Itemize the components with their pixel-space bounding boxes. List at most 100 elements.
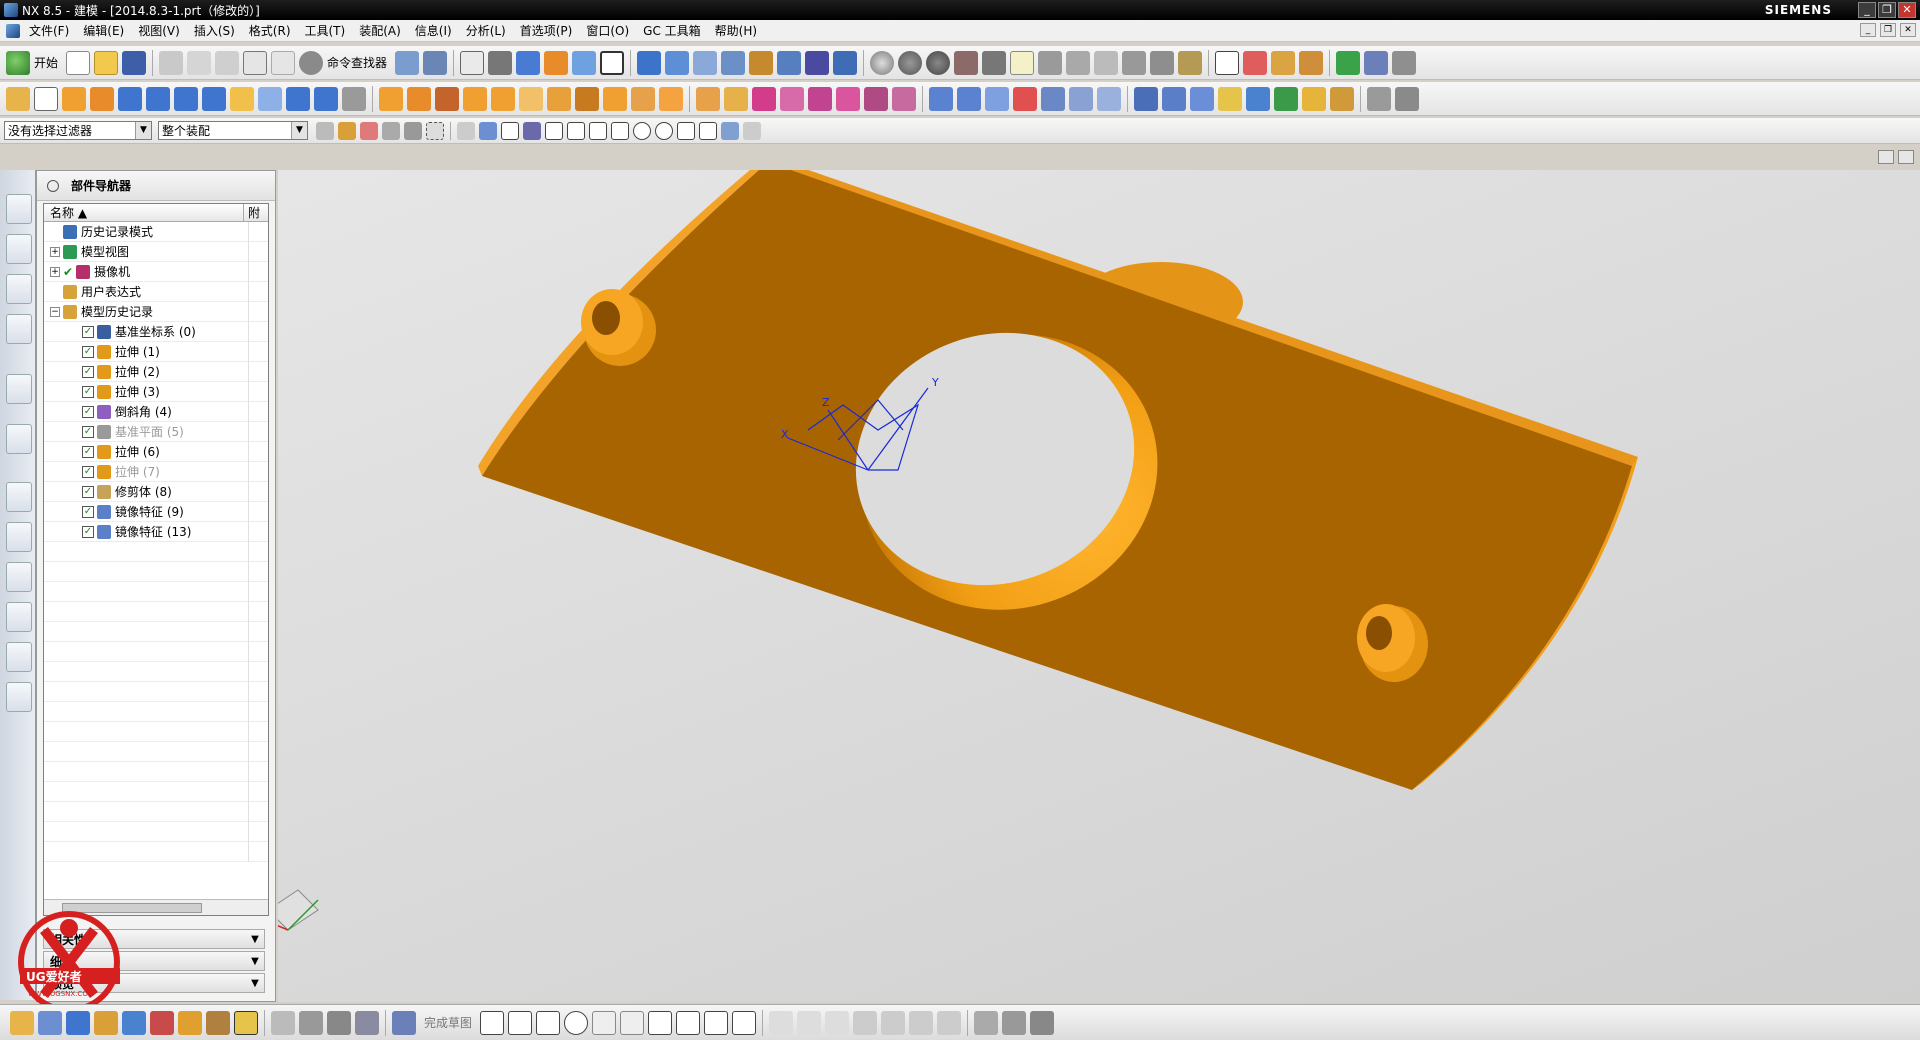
shaded-cube-icon[interactable] xyxy=(516,50,541,75)
arc-icon[interactable] xyxy=(536,1010,561,1035)
paste-icon[interactable] xyxy=(215,50,240,75)
roles-icon[interactable] xyxy=(6,642,32,672)
column-attach-header[interactable]: 附 xyxy=(244,204,264,221)
ruled-icon[interactable] xyxy=(1069,86,1093,111)
view-direction-icon[interactable] xyxy=(665,50,690,75)
feature-node[interactable]: ✓ 镜像特征 (9) xyxy=(44,502,268,522)
pad-icon[interactable] xyxy=(314,86,338,111)
feature-checkbox[interactable]: ✓ xyxy=(82,525,94,538)
feature-node[interactable]: ✓ 拉伸 (6) xyxy=(44,442,268,462)
reattach-icon[interactable] xyxy=(66,1010,90,1035)
chamfer-icon[interactable] xyxy=(491,86,515,111)
fill-color-icon[interactable] xyxy=(544,50,569,75)
journal-icon[interactable] xyxy=(1364,50,1389,75)
menu-preferences[interactable]: 首选项(P) xyxy=(513,22,580,39)
finish-sketch-button[interactable]: 完成草图 xyxy=(424,1014,472,1031)
sketch-icon[interactable] xyxy=(6,86,30,111)
menu-analysis[interactable]: 分析(L) xyxy=(459,22,513,39)
relation-icon[interactable] xyxy=(206,1010,230,1035)
viewport-maximize-icon[interactable] xyxy=(1898,150,1914,164)
doc-minimize-button[interactable]: _ xyxy=(1860,23,1876,37)
make-coplanar-icon[interactable] xyxy=(1274,86,1298,111)
measure-distance-icon[interactable] xyxy=(833,50,858,75)
replace-face-icon[interactable] xyxy=(1218,86,1242,111)
feature-node[interactable]: ✓ 拉伸 (3) xyxy=(44,382,268,402)
part-model[interactable]: X Y Z xyxy=(278,170,1920,1002)
doc-close-button[interactable]: ✕ xyxy=(1900,23,1916,37)
scale-body-icon[interactable] xyxy=(659,86,683,111)
feature-checkbox[interactable]: ✓ xyxy=(82,385,94,398)
tree-node[interactable]: + ✔ 摄像机 xyxy=(44,262,268,282)
feature-checkbox[interactable]: ✓ xyxy=(82,345,94,358)
undo-icon[interactable] xyxy=(243,50,268,75)
column-name-header[interactable]: 名称 ▲ xyxy=(44,204,244,221)
web-browser-icon[interactable] xyxy=(6,374,32,404)
command-finder-button[interactable]: 命令查找器 xyxy=(327,54,387,71)
sketch-option-icon[interactable] xyxy=(94,1010,118,1035)
snap-grid-icon[interactable] xyxy=(523,121,541,140)
feature-node[interactable]: ✓ 倒斜角 (4) xyxy=(44,402,268,422)
history-icon[interactable] xyxy=(6,424,32,454)
unite-icon[interactable] xyxy=(379,86,403,111)
part-navigator-icon[interactable] xyxy=(6,274,32,304)
snap-icon[interactable] xyxy=(777,50,802,75)
intersect-icon[interactable] xyxy=(435,86,459,111)
macro-icon[interactable] xyxy=(1392,50,1417,75)
cylinder-icon[interactable] xyxy=(146,86,170,111)
offset-face-icon[interactable] xyxy=(631,86,655,111)
table-icon[interactable] xyxy=(1243,50,1268,75)
display-sketch-icon[interactable] xyxy=(234,1010,258,1035)
start-icon[interactable] xyxy=(6,50,30,75)
offset-surface-icon[interactable] xyxy=(1097,86,1121,111)
sketch-view-icon[interactable] xyxy=(38,1010,62,1035)
filter-settings-icon[interactable] xyxy=(316,121,334,140)
feature-checkbox[interactable]: ✓ xyxy=(82,505,94,518)
spreadsheet-icon[interactable] xyxy=(1271,50,1296,75)
redo-icon[interactable] xyxy=(271,50,296,75)
analysis-tool-icon[interactable] xyxy=(395,50,420,75)
edge-blend-icon[interactable] xyxy=(463,86,487,111)
expression-icon[interactable] xyxy=(1299,50,1324,75)
pin-icon[interactable] xyxy=(47,179,59,192)
feature-checkbox[interactable]: ✓ xyxy=(82,425,94,438)
pattern-curve-icon[interactable] xyxy=(327,1010,351,1035)
copy-icon[interactable] xyxy=(187,50,212,75)
feature-node[interactable]: ✓ 修剪体 (8) xyxy=(44,482,268,502)
group-face-icon[interactable] xyxy=(1330,86,1354,111)
start-button[interactable]: 开始 xyxy=(34,54,58,71)
n-sided-surface-icon[interactable] xyxy=(1013,86,1037,111)
update-model-icon[interactable] xyxy=(150,1010,174,1035)
wave-linker-icon[interactable] xyxy=(808,86,832,111)
snap-curve-icon[interactable] xyxy=(589,121,607,140)
system-scene-icon[interactable] xyxy=(6,682,32,712)
close-button[interactable]: ✕ xyxy=(1898,2,1916,18)
restore-button[interactable]: ❐ xyxy=(1878,2,1896,18)
open-folder-icon[interactable] xyxy=(94,50,119,75)
measure-tool-icon[interactable] xyxy=(423,50,448,75)
feature-node[interactable]: ✓ 基准坐标系 (0) xyxy=(44,322,268,342)
selection-icon[interactable] xyxy=(572,50,597,75)
arc-tool-icon[interactable] xyxy=(1395,86,1419,111)
constraint-icon[interactable] xyxy=(178,1010,202,1035)
box-icon[interactable] xyxy=(1150,50,1175,75)
revolve-icon[interactable] xyxy=(90,86,114,111)
menu-format[interactable]: 格式(R) xyxy=(242,22,298,39)
reuse-library-icon[interactable] xyxy=(6,314,32,344)
profile-tool-icon[interactable] xyxy=(480,1010,505,1035)
quick-trim-icon[interactable] xyxy=(769,1010,794,1035)
split-body-icon[interactable] xyxy=(603,86,627,111)
new-file-icon[interactable] xyxy=(66,50,91,75)
shell-icon[interactable] xyxy=(519,86,543,111)
selection-scope-icon[interactable] xyxy=(338,121,356,140)
snap-on-curve-icon[interactable] xyxy=(699,121,717,140)
save-icon[interactable] xyxy=(122,50,147,75)
snap-tangent-icon[interactable] xyxy=(611,121,629,140)
menu-gc-toolbox[interactable]: GC 工具箱 xyxy=(636,22,708,39)
menu-window[interactable]: 窗口(O) xyxy=(579,22,636,39)
selection-filter-select[interactable]: 没有选择过滤器 ▼ xyxy=(4,121,152,140)
cut-icon[interactable] xyxy=(159,50,184,75)
check-icon[interactable] xyxy=(1336,50,1361,75)
mirror-feature-icon[interactable] xyxy=(724,86,748,111)
profile-icon[interactable] xyxy=(271,1010,295,1035)
resize-blend-icon[interactable] xyxy=(1246,86,1270,111)
